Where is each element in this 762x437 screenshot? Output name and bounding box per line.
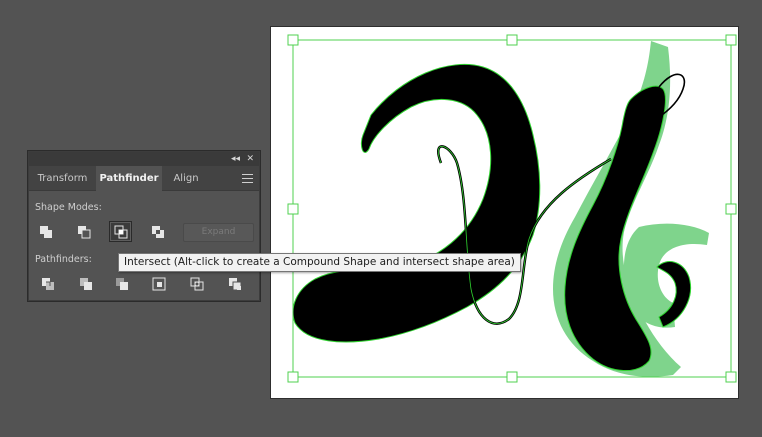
minus-back-icon — [229, 278, 242, 291]
handle-top-left[interactable] — [287, 34, 299, 46]
trim-button[interactable] — [75, 274, 98, 295]
tab-pathfinder[interactable]: Pathfinder — [96, 166, 162, 192]
merge-icon — [116, 278, 128, 290]
minus-front-icon — [78, 226, 91, 239]
exclude-icon — [152, 226, 164, 238]
handle-middle-right[interactable] — [725, 203, 737, 215]
minus-back-button[interactable] — [224, 274, 247, 295]
outline-button[interactable] — [186, 274, 209, 295]
shape-modes-label: Shape Modes: — [35, 202, 102, 213]
intersect-tooltip: Intersect (Alt-click to create a Compoun… — [118, 253, 521, 272]
artboard[interactable] — [270, 26, 739, 399]
tab-align[interactable]: Align — [162, 166, 210, 191]
panel-titlebar[interactable]: ◂◂ ✕ — [29, 152, 259, 166]
close-panel-icon[interactable]: ✕ — [246, 153, 254, 165]
exclude-button[interactable] — [147, 222, 170, 243]
panel-tabbar: Transform Pathfinder Align — [29, 166, 259, 192]
tab-transform[interactable]: Transform — [29, 166, 96, 191]
handle-bottom-left[interactable] — [287, 371, 299, 383]
divide-button[interactable] — [37, 274, 60, 295]
outline-icon — [190, 277, 204, 291]
intersect-button[interactable] — [109, 221, 132, 242]
handle-bottom-center[interactable] — [506, 371, 518, 383]
intersect-icon — [114, 225, 128, 239]
panel-menu-icon[interactable] — [242, 174, 253, 183]
left-letter-shape[interactable] — [292, 63, 541, 343]
lettering-artwork[interactable] — [271, 27, 739, 399]
handle-middle-left[interactable] — [287, 203, 299, 215]
unite-icon — [40, 226, 52, 238]
merge-button[interactable] — [111, 274, 134, 295]
pathfinder-panel: ◂◂ ✕ Transform Pathfinder Align Shape Mo… — [28, 151, 260, 301]
minus-front-button[interactable] — [73, 222, 96, 243]
handle-top-right[interactable] — [725, 34, 737, 46]
crop-button[interactable] — [148, 274, 171, 295]
unite-button[interactable] — [35, 222, 58, 243]
trim-icon — [80, 278, 92, 290]
crop-icon — [152, 277, 166, 291]
handle-bottom-right[interactable] — [725, 371, 737, 383]
collapse-panel-icon[interactable]: ◂◂ — [231, 153, 240, 165]
divide-icon — [42, 278, 54, 290]
pathfinders-label: Pathfinders: — [35, 254, 92, 265]
handle-top-center[interactable] — [506, 34, 518, 46]
expand-button[interactable]: Expand — [183, 223, 254, 242]
